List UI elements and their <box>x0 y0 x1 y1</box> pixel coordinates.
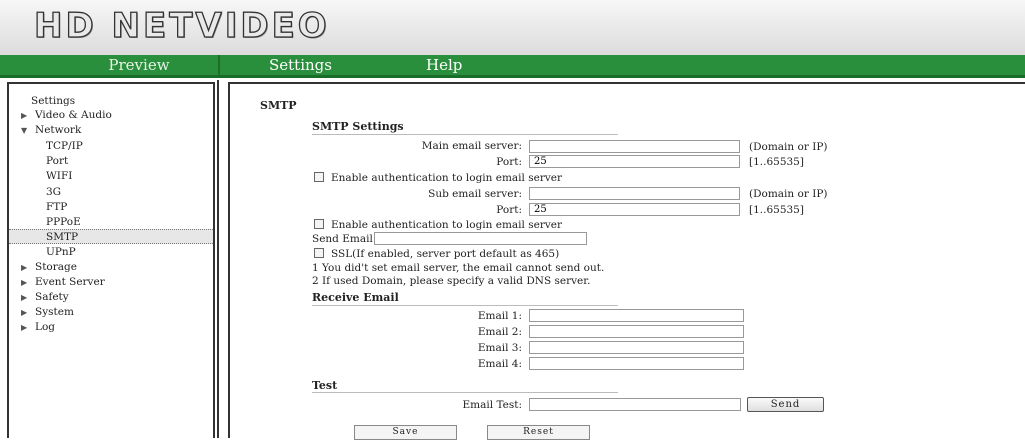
receive-email-title: Receive Email <box>312 291 399 304</box>
note-2: 2 If used Domain, please specify a valid… <box>312 275 591 287</box>
sidebar-item-safety[interactable]: ▶ Safety <box>21 291 69 303</box>
sidebar-root-settings[interactable]: Settings <box>31 95 75 107</box>
section-divider <box>312 134 618 135</box>
sidebar-item-log[interactable]: ▶ Log <box>21 321 55 333</box>
sidebar-item-video-audio[interactable]: ▶ Video & Audio <box>21 109 112 121</box>
send-email-input[interactable] <box>374 232 587 245</box>
nav-help[interactable]: Help <box>426 56 462 74</box>
send-button[interactable]: Send <box>747 397 824 412</box>
auth-checkbox[interactable] <box>314 172 324 182</box>
nav-settings[interactable]: Settings <box>269 56 332 74</box>
sidebar-item-smtp[interactable]: SMTP <box>9 229 213 244</box>
sub-port-input[interactable] <box>529 203 740 216</box>
chevron-right-icon: ▶ <box>21 293 28 302</box>
ssl-checkbox[interactable] <box>314 248 324 258</box>
main-server-label: Main email server: <box>421 140 522 152</box>
sidebar-item-port[interactable]: Port <box>46 155 68 167</box>
smtp-settings-title: SMTP Settings <box>312 120 404 133</box>
sidebar-item-ftp[interactable]: FTP <box>46 201 67 213</box>
test-title: Test <box>312 379 338 392</box>
auth-label: Enable authentication to login email ser… <box>331 172 563 184</box>
sidebar-item-upnp[interactable]: UPnP <box>46 246 76 258</box>
email-4-label: Email 4: <box>477 358 522 370</box>
email-2-input[interactable] <box>529 325 744 338</box>
sub-port-label: Port: <box>496 204 522 216</box>
main-content: SMTP SMTP Settings Main email server: (D… <box>228 82 1025 440</box>
sidebar-divider <box>217 80 219 438</box>
chevron-down-icon: ▼ <box>21 126 28 135</box>
chevron-right-icon: ▶ <box>21 263 28 272</box>
email-1-label: Email 1: <box>477 310 522 322</box>
nav-separator <box>218 55 220 75</box>
email-test-input[interactable] <box>529 398 741 411</box>
chevron-right-icon: ▶ <box>21 308 28 317</box>
sub-server-label: Sub email server: <box>428 188 522 200</box>
sidebar-item-network[interactable]: ▼ Network <box>21 124 81 136</box>
sub-server-hint: (Domain or IP) <box>749 188 828 200</box>
app-header: HD NETVIDEO <box>0 0 1025 56</box>
sidebar-item-3g[interactable]: 3G <box>46 186 61 198</box>
sidebar-item-wifi[interactable]: WIFI <box>46 170 72 182</box>
email-4-input[interactable] <box>529 357 744 370</box>
main-server-input[interactable] <box>529 140 740 153</box>
chevron-right-icon: ▶ <box>21 278 28 287</box>
top-nav: Preview Settings Help <box>0 55 1025 78</box>
port-input[interactable] <box>529 155 740 168</box>
sidebar-item-pppoe[interactable]: PPPoE <box>46 216 81 228</box>
sidebar: Settings ▶ Video & Audio ▼ Network TCP/IP … <box>7 82 215 438</box>
email-test-label: Email Test: <box>462 399 522 411</box>
sub-port-hint: [1..65535] <box>749 204 804 216</box>
sub-auth-label: Enable authentication to login email ser… <box>331 219 563 231</box>
note-1: 1 You did't set email server, the email … <box>312 262 605 274</box>
ssl-label: SSL(If enabled, server port default as 4… <box>331 248 560 260</box>
sidebar-item-event-server[interactable]: ▶ Event Server <box>21 276 105 288</box>
nav-preview[interactable]: Preview <box>0 56 218 74</box>
email-1-input[interactable] <box>529 309 744 322</box>
logo: HD NETVIDEO <box>33 5 330 46</box>
page-title: SMTP <box>260 99 297 112</box>
sidebar-item-tcpip[interactable]: TCP/IP <box>46 140 83 152</box>
sub-auth-checkbox[interactable] <box>314 219 324 229</box>
chevron-right-icon: ▶ <box>21 111 28 120</box>
port-hint: [1..65535] <box>749 156 804 168</box>
sidebar-item-system[interactable]: ▶ System <box>21 306 74 318</box>
chevron-right-icon: ▶ <box>21 323 28 332</box>
main-server-hint: (Domain or IP) <box>749 141 828 153</box>
section-divider <box>312 392 618 393</box>
email-3-label: Email 3: <box>477 342 522 354</box>
send-email-label: Send Email: <box>312 233 377 245</box>
email-2-label: Email 2: <box>477 326 522 338</box>
section-divider <box>312 305 618 306</box>
email-3-input[interactable] <box>529 341 744 354</box>
sub-server-input[interactable] <box>529 187 740 200</box>
sidebar-item-storage[interactable]: ▶ Storage <box>21 261 77 273</box>
port-label: Port: <box>496 156 522 168</box>
